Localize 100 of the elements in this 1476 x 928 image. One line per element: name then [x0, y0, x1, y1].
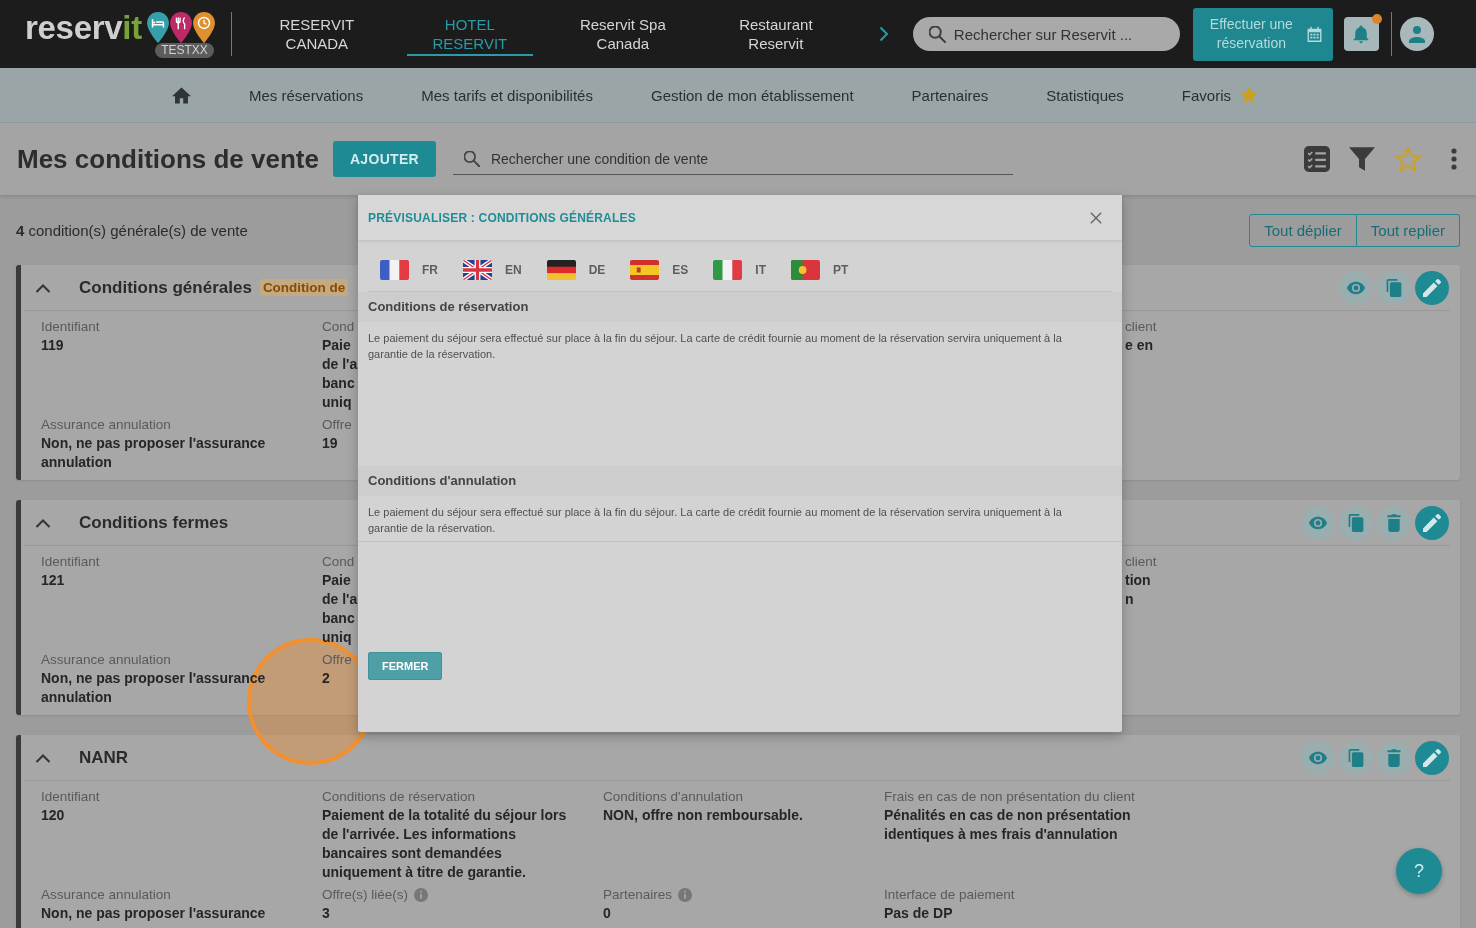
- field-label: client: [1125, 318, 1157, 336]
- copy-icon: [1347, 513, 1365, 532]
- dialog-title: PRÉVISUALISER : CONDITIONS GÉNÉRALES: [368, 210, 636, 225]
- field-value: NON, offre non remboursable.: [603, 806, 803, 825]
- field-label: Partenaires: [603, 886, 673, 904]
- favorites-link[interactable]: Favoris: [1181, 86, 1259, 104]
- delete-button[interactable]: [1377, 740, 1411, 775]
- section-text: Le paiement du séjour sera effectué sur place à la fin du séjour. La carte de crédit fournie au moment de la réservation servira uniquement à la garantie de la réservation.: [368, 331, 1063, 362]
- field-value: 19: [322, 434, 338, 453]
- language-tab[interactable]: EN: [463, 260, 522, 280]
- chevron-right-icon[interactable]: [878, 26, 889, 42]
- checklist-icon[interactable]: [1304, 146, 1330, 172]
- field-value: Pénalités en cas de non présentation identiques à mes frais d'annulation: [884, 806, 1132, 844]
- uk-flag-icon: [463, 260, 492, 280]
- menu-link[interactable]: Statistiques: [1046, 86, 1124, 104]
- chevron-up-icon[interactable]: [35, 282, 51, 293]
- person-icon: [1408, 25, 1425, 43]
- edit-button[interactable]: [1415, 740, 1449, 775]
- menu-link[interactable]: Partenaires: [911, 86, 989, 104]
- field-label: Cond: [322, 553, 355, 571]
- duplicate-button[interactable]: [1339, 505, 1373, 540]
- menu-link[interactable]: Mes réservations: [249, 86, 364, 104]
- delete-button[interactable]: [1377, 505, 1411, 540]
- duplicate-button[interactable]: [1339, 740, 1373, 775]
- field-label: client: [1125, 553, 1157, 571]
- search-icon: [463, 151, 480, 167]
- booking-button[interactable]: Effectuer une réservation: [1192, 7, 1333, 61]
- chevron-up-icon[interactable]: [35, 517, 51, 528]
- preview-button[interactable]: [1301, 740, 1335, 775]
- field-value: 2: [322, 669, 330, 688]
- pencil-icon: [1423, 513, 1441, 532]
- app-tab[interactable]: HOTEL RESERVIT: [406, 12, 533, 56]
- language-tab[interactable]: PT: [791, 260, 849, 280]
- field-label: Offre: [322, 651, 352, 669]
- field-label: Cond: [322, 318, 355, 336]
- france-flag-icon: [380, 260, 409, 280]
- kebab-menu-icon[interactable]: [1451, 148, 1457, 170]
- section-text: Le paiement du séjour sera effectué sur place à la fin du séjour. La carte de crédit fournie au moment de la réservation servira uniquement à la garantie de la réservation.: [368, 505, 1063, 536]
- bed-pin-icon: [146, 12, 169, 43]
- search-field[interactable]: Rechercher sur Reservit ...: [912, 17, 1180, 51]
- search-field[interactable]: Rechercher une condition de vente: [452, 143, 1013, 175]
- language-tab[interactable]: ES: [630, 260, 689, 280]
- close-button[interactable]: FERMER: [368, 652, 443, 680]
- pencil-icon: [1423, 748, 1441, 767]
- field-label: Interface de paiement: [884, 886, 1015, 904]
- add-button[interactable]: AJOUTER: [332, 141, 436, 177]
- chevron-up-icon[interactable]: [35, 752, 51, 763]
- logo-wordmark: reservit: [25, 10, 142, 45]
- copy-icon: [1385, 278, 1403, 297]
- card-title: Conditions fermes: [79, 512, 229, 533]
- notifications-button[interactable]: [1343, 17, 1379, 51]
- page-title: Mes conditions de vente: [17, 143, 319, 175]
- preview-button[interactable]: [1301, 505, 1335, 540]
- field-value: Non, ne pas proposer l'assurance: [41, 904, 266, 923]
- app-tab[interactable]: Reservit Spa Canada: [559, 12, 686, 56]
- section-heading: Conditions d'annulation: [358, 466, 1122, 496]
- account-button[interactable]: [1399, 17, 1434, 51]
- field-value: Paie de l'a banc uniq: [322, 336, 358, 412]
- copy-icon: [1347, 748, 1365, 767]
- language-tab[interactable]: FR: [380, 260, 438, 280]
- field-label: Assurance annulation: [41, 886, 171, 904]
- clock-pin-icon: [192, 12, 215, 43]
- language-tab[interactable]: DE: [546, 260, 606, 280]
- field-value: Paiement de la totalité du séjour lors de l'arrivée. Les informations bancaires sont demandées uniquement à titre de garantie.: [322, 806, 568, 882]
- field-value: Pas de DP: [884, 904, 953, 923]
- card-title: Conditions générales: [79, 277, 252, 298]
- app-tab[interactable]: RESERVIT CANADA: [253, 12, 380, 56]
- field-value: tion n: [1125, 571, 1151, 609]
- menu-link[interactable]: Mes tarifs et disponibilités: [421, 86, 593, 104]
- expand-all-button[interactable]: Tout déplier: [1249, 214, 1357, 247]
- field-label: Conditions de réservation: [322, 788, 476, 806]
- bell-icon: [1352, 24, 1371, 44]
- search-icon: [928, 26, 946, 43]
- edit-button[interactable]: [1415, 270, 1449, 305]
- field-label: Assurance annulation: [41, 416, 171, 434]
- field-value: Paie de l'a banc uniq: [322, 571, 358, 647]
- filter-icon[interactable]: [1349, 146, 1375, 172]
- spain-flag-icon: [630, 260, 660, 280]
- italy-flag-icon: [713, 260, 743, 280]
- app-tab[interactable]: Restaurant Reservit: [712, 12, 839, 56]
- home-icon[interactable]: [172, 86, 191, 104]
- calendar-icon: [1307, 26, 1323, 42]
- result-count: 4 condition(s) générale(s) de vente: [16, 222, 248, 239]
- edit-button[interactable]: [1415, 505, 1449, 540]
- portugal-flag-icon: [791, 260, 821, 280]
- field-value: e en: [1125, 336, 1153, 355]
- duplicate-button[interactable]: [1377, 270, 1411, 305]
- menu-link[interactable]: Gestion de mon établissement: [650, 86, 854, 104]
- language-tab[interactable]: IT: [713, 260, 767, 280]
- preview-button[interactable]: [1339, 270, 1373, 305]
- default-badge: Condition de: [259, 279, 349, 296]
- field-label: Offre: [322, 416, 352, 434]
- field-value: 119: [41, 336, 64, 355]
- field-value: 121: [41, 571, 65, 590]
- star-icon[interactable]: [1394, 146, 1422, 172]
- trash-icon: [1385, 513, 1403, 532]
- close-icon[interactable]: [1090, 211, 1102, 224]
- field-label: Identifiant: [41, 788, 100, 806]
- field-label: Offre(s) liée(s): [322, 886, 408, 904]
- field-value: 120: [41, 806, 65, 825]
